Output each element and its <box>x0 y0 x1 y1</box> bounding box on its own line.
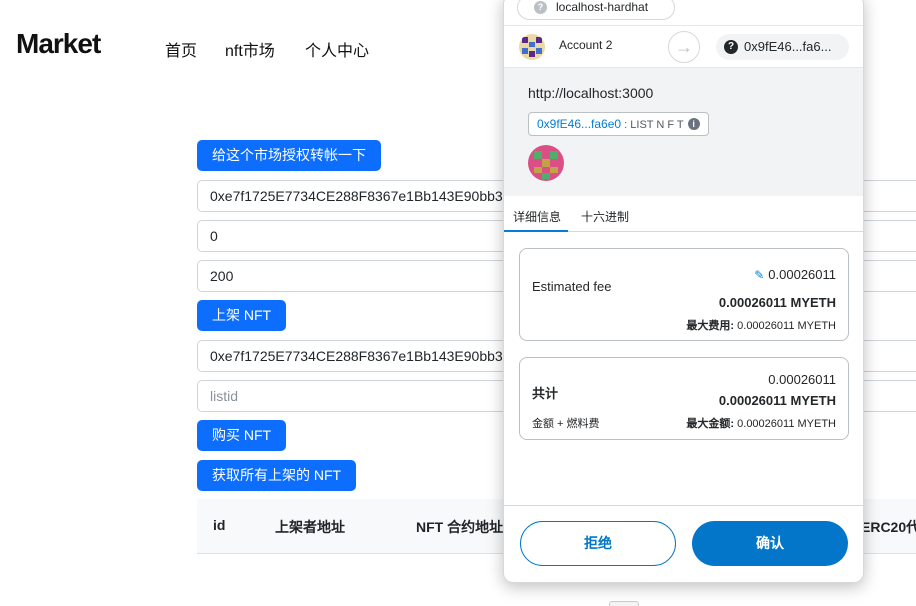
nav-home[interactable]: 首页 <box>165 37 197 61</box>
arrow-right-icon: → <box>668 31 700 63</box>
fee-amount: ✎ 0.00026011 <box>754 267 836 282</box>
brand-logo[interactable]: Market <box>16 28 101 60</box>
nft-identicon-icon <box>528 145 564 181</box>
metamask-popup: ? localhost-hardhat Account 2 → ? 0x9fE4… <box>503 0 864 583</box>
total-amount-eth: 0.00026011 MYETH <box>718 393 836 408</box>
col-seller-address: 上架者地址 <box>275 519 345 535</box>
recipient-address-text: 0x9fE46...fa6... <box>744 39 832 54</box>
network-name: localhost-hardhat <box>556 0 649 14</box>
site-origin: http://localhost:3000 <box>528 85 654 101</box>
approve-button[interactable]: 给这个市场授权转帐一下 <box>197 140 381 171</box>
col-id: id <box>213 517 226 533</box>
fee-amount-eth: 0.00026011 MYETH <box>718 295 836 310</box>
col-nft-contract: NFT 合约地址 <box>416 519 504 535</box>
details-tabs: 详细信息 十六进制 <box>504 196 863 232</box>
tab-details[interactable]: 详细信息 <box>513 208 561 225</box>
reject-button[interactable]: 拒绝 <box>520 521 676 566</box>
list-nft-button[interactable]: 上架 NFT <box>197 300 287 331</box>
nav-profile[interactable]: 个人中心 <box>305 37 369 61</box>
account-avatar-icon <box>519 34 545 60</box>
account-name[interactable]: Account 2 <box>559 38 612 52</box>
estimated-fee-card: Estimated fee ✎ 0.00026011 0.00026011 MYE… <box>519 248 849 341</box>
network-question-icon: ? <box>534 1 547 14</box>
page-root: Market 首页 nft市场 个人中心 给这个市场授权转帐一下 0xe7f17… <box>0 0 916 606</box>
recipient-question-icon: ? <box>724 40 738 54</box>
scroll-handle[interactable] <box>609 601 639 606</box>
active-tab-indicator <box>504 230 568 232</box>
method-name: LIST N F T <box>630 119 684 131</box>
divider <box>504 25 863 26</box>
total-label: 共计 <box>532 386 559 401</box>
contract-method-badge[interactable]: 0x9fE46...fa6e0 : LIST N F T i <box>528 112 709 136</box>
info-icon[interactable]: i <box>687 118 700 130</box>
recipient-address[interactable]: ? 0x9fE46...fa6... <box>716 34 849 60</box>
network-selector[interactable]: ? localhost-hardhat <box>517 0 675 20</box>
edit-pencil-icon[interactable]: ✎ <box>754 268 764 282</box>
confirm-button[interactable]: 确认 <box>692 521 848 566</box>
max-fee: 最大费用: 0.00026011 MYETH <box>686 320 836 332</box>
divider <box>504 505 863 506</box>
get-all-listed-button[interactable]: 获取所有上架的 NFT <box>197 460 357 491</box>
buy-nft-button[interactable]: 购买 NFT <box>197 420 287 451</box>
estimated-fee-label: Estimated fee <box>532 279 612 294</box>
total-card: 共计 金额 + 燃料费 0.00026011 0.00026011 MYETH … <box>519 357 849 440</box>
col-erc20: ERC20代 <box>861 519 916 535</box>
tab-hex[interactable]: 十六进制 <box>581 208 629 225</box>
total-sub-label: 金额 + 燃料费 <box>532 418 600 430</box>
max-amount: 最大金额: 0.00026011 MYETH <box>686 418 836 430</box>
total-amount: 0.00026011 <box>768 372 836 387</box>
contract-address-link[interactable]: 0x9fE46...fa6e0 <box>537 117 621 131</box>
nav-nft-market[interactable]: nft市场 <box>225 37 275 61</box>
